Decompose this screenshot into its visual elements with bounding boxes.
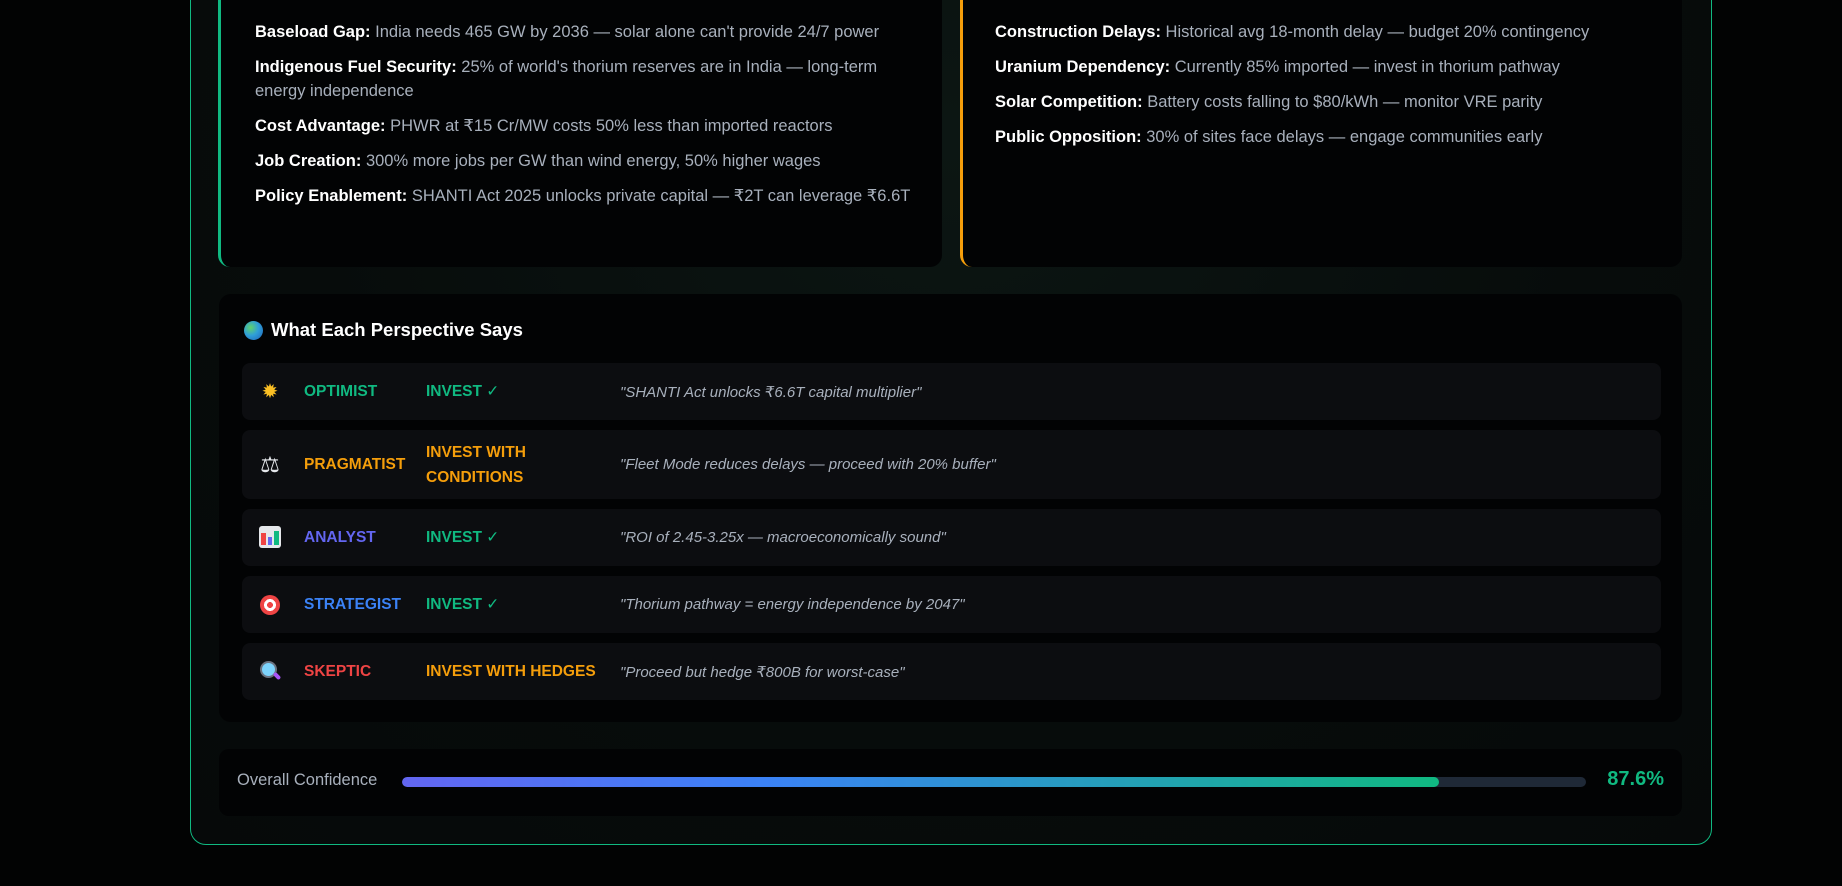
perspective-row-strategist: STRATEGIST INVEST ✓ "Thorium pathway = e… [242, 576, 1661, 633]
balance-scale-icon: ⚖ [260, 451, 280, 477]
pros-item-text: PHWR at ₹15 Cr/MW costs 50% less than im… [390, 117, 833, 135]
risks-item: Solar Competition: Battery costs falling… [995, 90, 1652, 114]
confidence-progress-track [402, 777, 1586, 787]
pros-item-text: SHANTI Act 2025 unlocks private capital … [411, 187, 911, 205]
perspective-quote: "Thorium pathway = energy independence b… [620, 596, 965, 613]
risks-item-title: Public Opposition: [995, 128, 1142, 146]
pros-item-text: India needs 465 GW by 2036 — solar alone… [375, 23, 880, 41]
bar-chart-icon [258, 525, 282, 550]
perspective-verdict: INVEST WITH CONDITIONS [426, 443, 526, 486]
pros-item-text: 300% more jobs per GW than wind energy, … [365, 152, 821, 170]
perspective-quote: "Fleet Mode reduces delays — proceed wit… [620, 456, 996, 473]
perspective-verdict: INVEST WITH HEDGES [426, 663, 596, 680]
risks-item-text: 30% of sites face delays — engage commun… [1146, 128, 1543, 146]
perspective-quote: "Proceed but hedge ₹800B for worst-case" [620, 663, 905, 681]
perspectives-title: What Each Perspective Says [271, 319, 523, 340]
risks-item-title: Solar Competition: [995, 93, 1143, 111]
confidence-label: Overall Confidence [237, 771, 378, 789]
pros-item-title: Cost Advantage: [255, 117, 386, 135]
perspective-role: OPTIMIST [304, 382, 378, 400]
risks-item-text: Historical avg 18-month delay — budget 2… [1165, 23, 1590, 41]
risks-item: Construction Delays: Historical avg 18-m… [995, 20, 1652, 44]
perspective-quote: "SHANTI Act unlocks ₹6.6T capital multip… [620, 383, 922, 401]
pros-item: Cost Advantage: PHWR at ₹15 Cr/MW costs … [255, 114, 912, 138]
confidence-value: 87.6% [1607, 768, 1664, 790]
target-icon [258, 593, 282, 617]
perspective-row-analyst: ANALYST INVEST ✓ "ROI of 2.45-3.25x — ma… [242, 509, 1661, 566]
risks-item: Uranium Dependency: Currently 85% import… [995, 55, 1652, 79]
sun-icon: ✹ [261, 380, 279, 403]
confidence-progress-fill [402, 777, 1440, 787]
pros-list: Baseload Gap: India needs 465 GW by 2036… [255, 20, 912, 219]
pros-item: Policy Enablement: SHANTI Act 2025 unloc… [255, 184, 912, 208]
perspective-row-pragmatist: ⚖ PRAGMATIST INVEST WITH CONDITIONS "Fle… [242, 430, 1661, 499]
perspective-verdict: INVEST ✓ [426, 596, 500, 613]
perspective-quote: "ROI of 2.45-3.25x — macroeconomically s… [620, 529, 946, 546]
risks-list: Construction Delays: Historical avg 18-m… [995, 20, 1652, 160]
risks-card: Construction Delays: Historical avg 18-m… [960, 0, 1682, 267]
perspective-role: SKEPTIC [304, 662, 372, 680]
perspectives-card: What Each Perspective Says ✹ OPTIMIST IN… [219, 294, 1682, 722]
risks-item-text: Currently 85% imported — invest in thori… [1174, 58, 1560, 76]
perspective-row-skeptic: SKEPTIC INVEST WITH HEDGES "Proceed but … [242, 643, 1661, 700]
pros-item-title: Job Creation: [255, 152, 362, 170]
magnifying-glass-icon [258, 660, 282, 684]
pros-item: Indigenous Fuel Security: 25% of world's… [255, 55, 912, 103]
perspective-role: PRAGMATIST [304, 455, 406, 473]
risks-item-title: Construction Delays: [995, 23, 1161, 41]
perspectives-heading: What Each Perspective Says [244, 319, 523, 341]
perspective-row-optimist: ✹ OPTIMIST INVEST ✓ "SHANTI Act unlocks … [242, 363, 1661, 420]
pros-item-title: Indigenous Fuel Security: [255, 58, 457, 76]
globe-icon [244, 320, 263, 340]
risks-item: Public Opposition: 30% of sites face del… [995, 125, 1652, 149]
risks-item-title: Uranium Dependency: [995, 58, 1171, 76]
pros-item: Job Creation: 300% more jobs per GW than… [255, 149, 912, 173]
pros-item-title: Policy Enablement: [255, 187, 408, 205]
pros-card: Baseload Gap: India needs 465 GW by 2036… [218, 0, 942, 267]
risks-item-text: Battery costs falling to $80/kWh — monit… [1147, 93, 1543, 111]
perspective-role: ANALYST [304, 528, 376, 546]
perspective-role: STRATEGIST [304, 595, 402, 613]
pros-item-title: Baseload Gap: [255, 23, 371, 41]
pros-item: Baseload Gap: India needs 465 GW by 2036… [255, 20, 912, 44]
perspective-verdict: INVEST ✓ [426, 383, 500, 400]
confidence-card: Overall Confidence 87.6% [219, 749, 1682, 816]
perspective-verdict: INVEST ✓ [426, 529, 500, 546]
